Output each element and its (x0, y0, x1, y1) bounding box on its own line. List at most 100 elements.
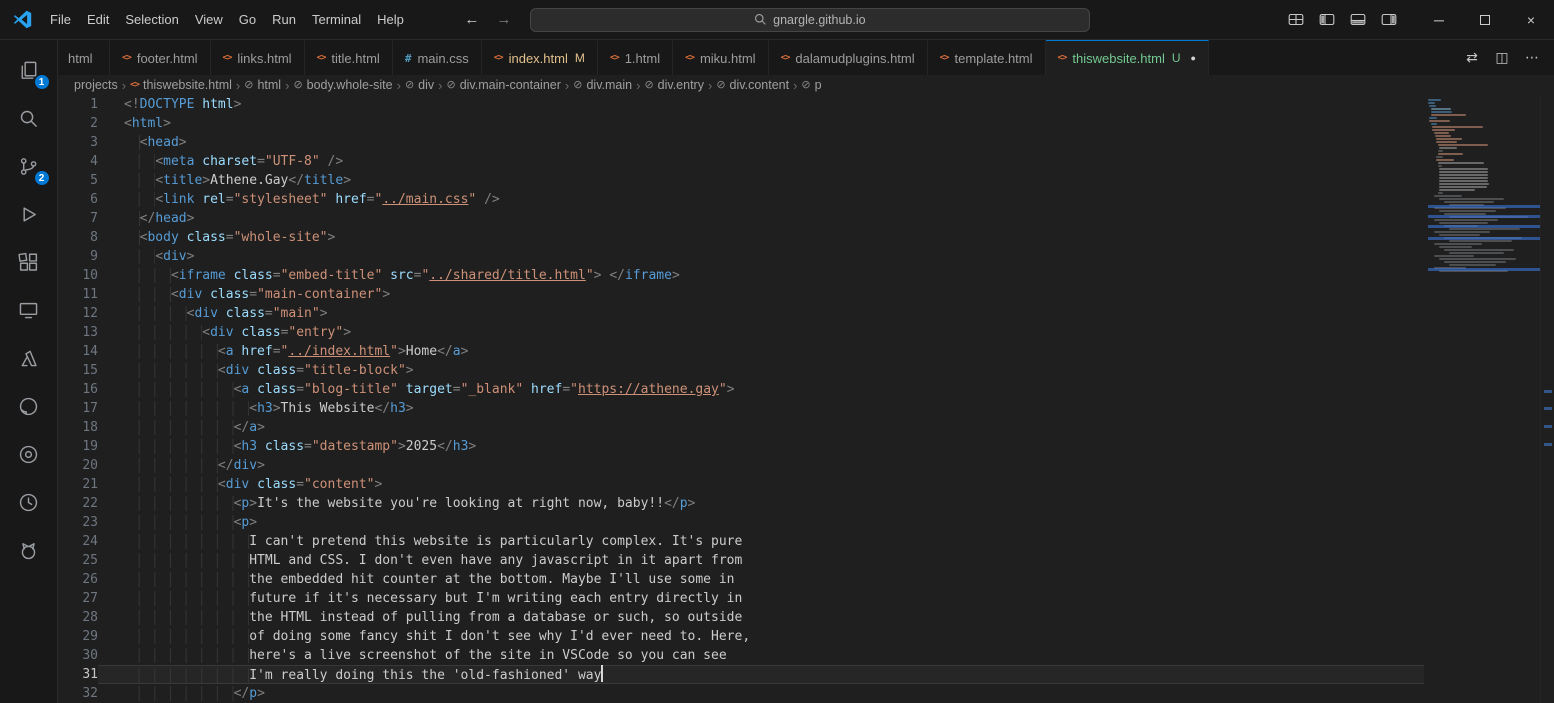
code-line-6[interactable]: 6 <link rel="stylesheet" href="../main.c… (58, 190, 1424, 209)
command-center-search[interactable]: gnargle.github.io (530, 8, 1090, 32)
open-changes-icon[interactable]: ⇄ (1458, 44, 1486, 72)
code-line-13[interactable]: 13 <div class="entry"> (58, 323, 1424, 342)
tab-links.html[interactable]: <>links.html (211, 40, 305, 75)
editor[interactable]: 1<!DOCTYPE html>2<html>3 <head>4 <meta c… (58, 95, 1554, 703)
toggle-primary-sidebar-icon[interactable] (1313, 7, 1340, 33)
explorer-icon[interactable]: 1 (0, 46, 58, 94)
code-line-17[interactable]: 17 <h3>This Website</h3> (58, 399, 1424, 418)
code-line-28[interactable]: 28 the HTML instead of pulling from a da… (58, 608, 1424, 627)
split-editor-icon[interactable]: ◫ (1488, 44, 1516, 72)
code-line-15[interactable]: 15 <div class="title-block"> (58, 361, 1424, 380)
code-line-32[interactable]: 32 </p> (58, 684, 1424, 703)
code-line-3[interactable]: 3 <head> (58, 133, 1424, 152)
code-line-8[interactable]: 8 <body class="whole-site"> (58, 228, 1424, 247)
menu-edit[interactable]: Edit (79, 0, 117, 40)
toggle-secondary-sidebar-icon[interactable] (1375, 7, 1402, 33)
code-line-29[interactable]: 29 of doing some fancy shit I don't see … (58, 627, 1424, 646)
minimap[interactable] (1428, 95, 1540, 703)
code-text: future if it's necessary but I'm writing… (98, 589, 1424, 608)
code-line-10[interactable]: 10 <iframe class="embed-title" src="../s… (58, 266, 1424, 285)
breadcrumb-div.entry[interactable]: ⊘div.entry (644, 78, 704, 92)
gitlens-icon[interactable] (0, 430, 58, 478)
code-text: here's a live screenshot of the site in … (98, 646, 1424, 665)
code-line-5[interactable]: 5 <title>Athene.Gay</title> (58, 171, 1424, 190)
tab-main.css[interactable]: #main.css (393, 40, 482, 75)
tab-1.html[interactable]: <>1.html (598, 40, 673, 75)
menu-view[interactable]: View (187, 0, 231, 40)
run-debug-icon[interactable] (0, 190, 58, 238)
tab-miku.html[interactable]: <>miku.html (673, 40, 768, 75)
breadcrumb-div.content[interactable]: ⊘div.content (716, 78, 789, 92)
code-line-9[interactable]: 9 <div> (58, 247, 1424, 266)
code-line-19[interactable]: 19 <h3 class="datestamp">2025</h3> (58, 437, 1424, 456)
azure-icon[interactable] (0, 334, 58, 382)
code-line-24[interactable]: 24 I can't pretend this website is parti… (58, 532, 1424, 551)
vertical-scrollbar[interactable] (1540, 95, 1554, 703)
code-line-25[interactable]: 25 HTML and CSS. I don't even have any j… (58, 551, 1424, 570)
menu-file[interactable]: File (42, 0, 79, 40)
minimap-highlight (1428, 237, 1540, 240)
html-file-icon: <> (1058, 53, 1067, 63)
tab-template.html[interactable]: <>template.html (928, 40, 1046, 75)
breadcrumb-html[interactable]: ⊘html (244, 78, 281, 92)
code-line-7[interactable]: 7 </head> (58, 209, 1424, 228)
menu-selection[interactable]: Selection (117, 0, 186, 40)
more-actions-icon[interactable]: ⋯ (1518, 44, 1546, 72)
code-line-2[interactable]: 2<html> (58, 114, 1424, 133)
code-line-16[interactable]: 16 <a class="blog-title" target="_blank"… (58, 380, 1424, 399)
toggle-panel-icon[interactable] (1344, 7, 1371, 33)
breadcrumb-div[interactable]: ⊘div (405, 78, 434, 92)
tab-dalamudplugins.html[interactable]: <>dalamudplugins.html (769, 40, 928, 75)
code-line-18[interactable]: 18 </a> (58, 418, 1424, 437)
clock-icon[interactable] (0, 478, 58, 526)
code-line-31[interactable]: 31 I'm really doing this the 'old-fashio… (58, 665, 1424, 684)
extensions-icon[interactable] (0, 238, 58, 286)
code-text: <div class="main-container"> (98, 285, 1424, 304)
menu-help[interactable]: Help (369, 0, 412, 40)
code-line-12[interactable]: 12 <div class="main"> (58, 304, 1424, 323)
minimize-button[interactable]: ─ (1416, 0, 1462, 40)
forward-arrow-icon[interactable]: → (492, 8, 516, 32)
code-line-27[interactable]: 27 future if it's necessary but I'm writ… (58, 589, 1424, 608)
code-area[interactable]: 1<!DOCTYPE html>2<html>3 <head>4 <meta c… (58, 95, 1424, 703)
close-button[interactable]: × (1508, 0, 1554, 40)
code-line-4[interactable]: 4 <meta charset="UTF-8" /> (58, 152, 1424, 171)
code-line-21[interactable]: 21 <div class="content"> (58, 475, 1424, 494)
breadcrumb-projects[interactable]: projects (74, 78, 118, 92)
minimap-line (1438, 153, 1463, 155)
menu-terminal[interactable]: Terminal (304, 0, 369, 40)
breadcrumb-body.whole-site[interactable]: ⊘body.whole-site (293, 78, 392, 92)
github-icon[interactable] (0, 382, 58, 430)
code-line-1[interactable]: 1<!DOCTYPE html> (58, 95, 1424, 114)
minimap-line (1436, 138, 1462, 140)
menu-run[interactable]: Run (264, 0, 304, 40)
breadcrumb-file[interactable]: <>thiswebsite.html (130, 78, 232, 92)
breadcrumb-separator-icon: › (236, 78, 240, 93)
breadcrumb-label: html (257, 78, 281, 92)
code-line-23[interactable]: 23 <p> (58, 513, 1424, 532)
remote-explorer-icon[interactable] (0, 286, 58, 334)
code-line-20[interactable]: 20 </div> (58, 456, 1424, 475)
minimap-line (1436, 159, 1454, 161)
tab-index.html[interactable]: <>index.htmlM (482, 40, 598, 75)
menu-go[interactable]: Go (231, 0, 264, 40)
search-icon[interactable] (0, 94, 58, 142)
code-line-11[interactable]: 11 <div class="main-container"> (58, 285, 1424, 304)
back-arrow-icon[interactable]: ← (460, 8, 484, 32)
maximize-button[interactable] (1462, 0, 1508, 40)
tab-html[interactable]: html (58, 40, 110, 75)
breadcrumb-div.main[interactable]: ⊘div.main (573, 78, 632, 92)
minimap-line (1439, 258, 1516, 260)
tab-thiswebsite.html[interactable]: <>thiswebsite.htmlU● (1046, 40, 1209, 75)
pets-icon[interactable] (0, 526, 58, 574)
tab-title.html[interactable]: <>title.html (305, 40, 393, 75)
source-control-icon[interactable]: 2 (0, 142, 58, 190)
tab-footer.html[interactable]: <>footer.html (110, 40, 211, 75)
customize-layout-icon[interactable] (1282, 7, 1309, 33)
breadcrumb-div.main-container[interactable]: ⊘div.main-container (446, 78, 560, 92)
code-line-14[interactable]: 14 <a href="../index.html">Home</a> (58, 342, 1424, 361)
code-line-26[interactable]: 26 the embedded hit counter at the botto… (58, 570, 1424, 589)
code-line-22[interactable]: 22 <p>It's the website you're looking at… (58, 494, 1424, 513)
breadcrumb-p[interactable]: ⊘p (801, 78, 821, 92)
code-line-30[interactable]: 30 here's a live screenshot of the site … (58, 646, 1424, 665)
